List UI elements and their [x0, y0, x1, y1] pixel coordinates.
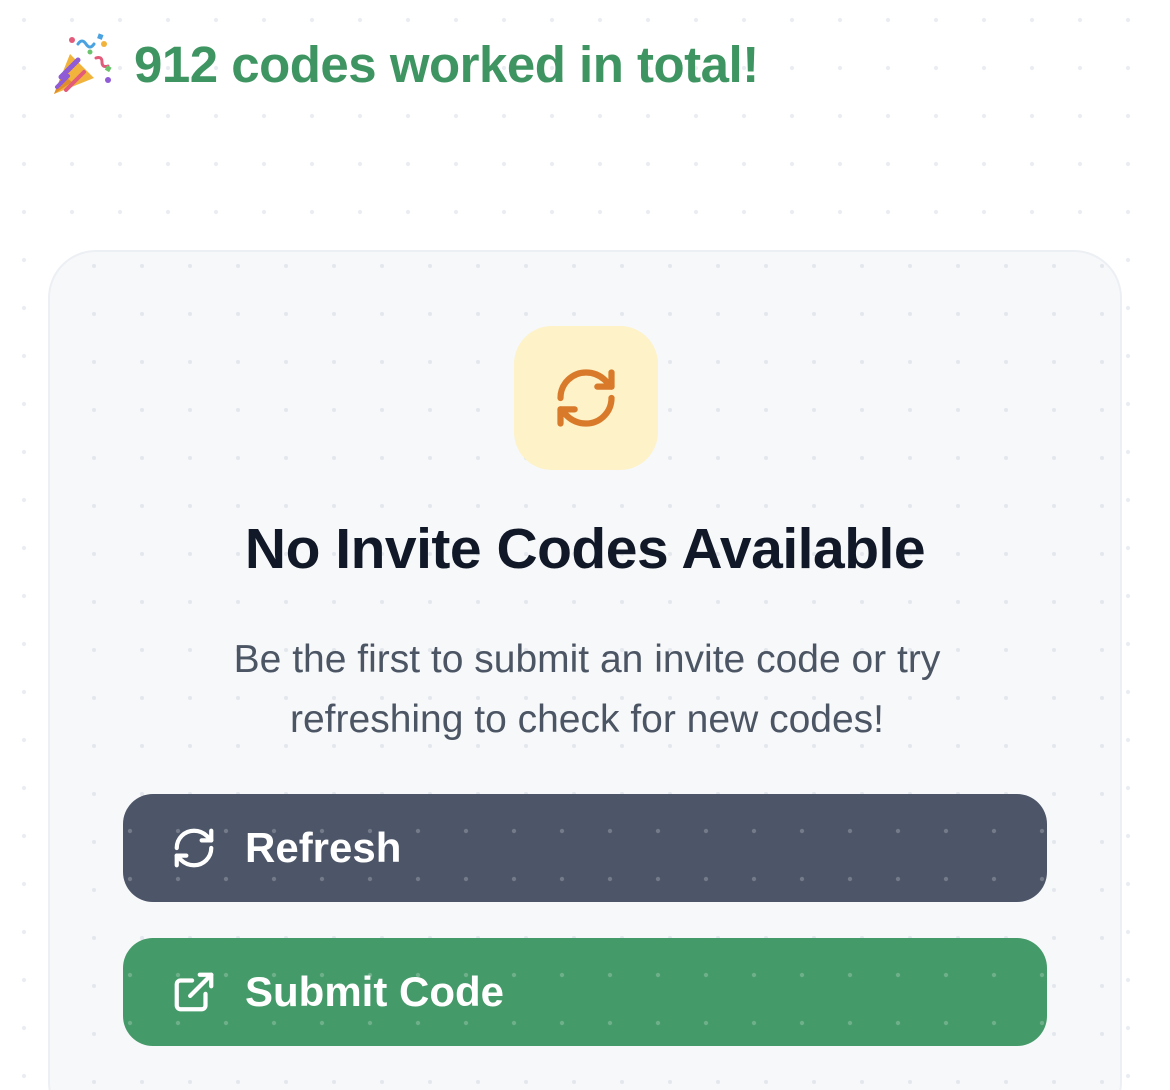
refresh-icon [174, 828, 214, 868]
empty-state-title: No Invite Codes Available [244, 517, 926, 581]
submit-code-button-label: Submit Code [245, 968, 504, 1015]
empty-state-icon-container [514, 326, 658, 470]
party-popper-icon [54, 33, 112, 94]
external-link-icon [174, 972, 214, 1012]
refresh-button-label: Refresh [245, 824, 402, 871]
refresh-button[interactable]: Refresh [123, 794, 1047, 902]
refresh-icon [557, 369, 615, 427]
submit-code-button[interactable]: Submit Code [123, 938, 1047, 1046]
page: 912 codes worked in total! No Invite Cod… [0, 0, 1170, 1090]
empty-state-description: Be the first to submit an invite code or… [233, 638, 941, 741]
codes-worked-banner: 912 codes worked in total! [48, 30, 759, 98]
empty-state-card: No Invite Codes Available Be the first t… [48, 250, 1122, 1090]
codes-worked-count-text: 912 codes worked in total! [134, 35, 759, 93]
